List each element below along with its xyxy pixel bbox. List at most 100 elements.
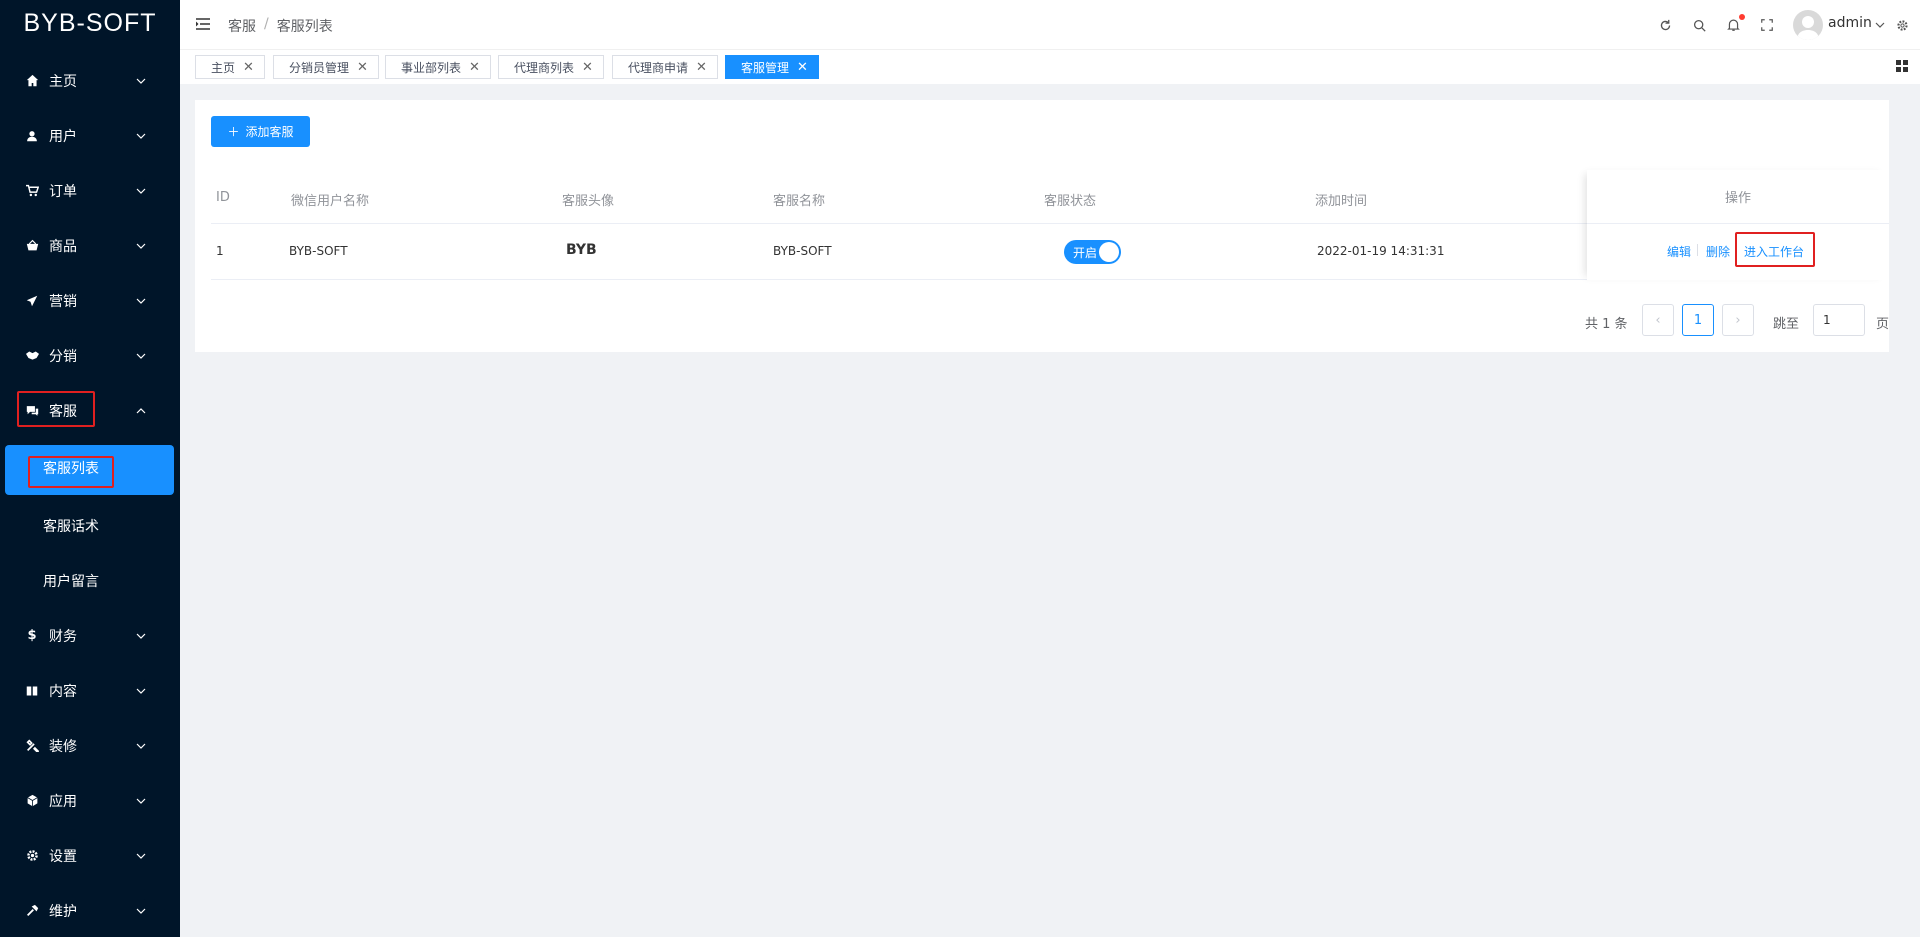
- enter-workbench-link[interactable]: 进入工作台: [1744, 243, 1804, 260]
- breadcrumb-separator: /: [264, 16, 269, 32]
- edit-link[interactable]: 编辑: [1667, 243, 1691, 260]
- cell-service-name: BYB-SOFT: [773, 244, 832, 258]
- search-icon[interactable]: [1691, 17, 1707, 33]
- chevron-down-icon: [135, 185, 147, 197]
- book-icon: [24, 683, 40, 699]
- page-number-button[interactable]: 1: [1682, 304, 1714, 336]
- chevron-down-icon[interactable]: [1872, 17, 1888, 33]
- sidebar-item-label: 订单: [49, 183, 77, 200]
- chevron-down-icon: [135, 905, 147, 917]
- sidebar-item-maintenance[interactable]: 维护: [0, 883, 180, 937]
- column-header: ID: [216, 190, 230, 205]
- column-header: 操作: [1587, 170, 1889, 224]
- divider: [1736, 244, 1737, 256]
- sidebar-item-label: 营销: [49, 293, 77, 310]
- chevron-up-icon: [135, 405, 147, 417]
- tab-home[interactable]: 主页 ✕: [195, 55, 265, 79]
- tab-agent-list[interactable]: 代理商列表 ✕: [498, 55, 604, 79]
- refresh-icon[interactable]: [1657, 17, 1673, 33]
- sidebar-item-label: 用户: [49, 128, 77, 145]
- chevron-left-icon: ‹: [1655, 312, 1661, 328]
- sidebar-item-label: 客服: [49, 403, 77, 420]
- close-icon[interactable]: ✕: [243, 60, 254, 75]
- sidebar-item-apps[interactable]: 应用: [0, 773, 180, 828]
- close-icon[interactable]: ✕: [469, 60, 480, 75]
- sidebar-item-label: 应用: [49, 793, 77, 810]
- bell-icon[interactable]: [1725, 17, 1741, 33]
- close-icon[interactable]: ✕: [797, 60, 808, 75]
- chevron-down-icon: [135, 75, 147, 87]
- send-icon: [24, 293, 40, 309]
- chat-icon: [24, 403, 40, 419]
- delete-link[interactable]: 删除: [1706, 243, 1730, 260]
- toggle-label: 开启: [1073, 246, 1098, 260]
- cell-wechat-name: BYB-SOFT: [289, 244, 348, 258]
- status-toggle[interactable]: 开启: [1064, 240, 1121, 264]
- sidebar-item-settings[interactable]: 设置: [0, 828, 180, 883]
- sidebar-subitem-messages[interactable]: 用户留言: [0, 553, 180, 608]
- sidebar-item-label: 设置: [49, 848, 77, 865]
- sidebar-subitem-scripts[interactable]: 客服话术: [0, 498, 180, 553]
- tab-customer-service-management[interactable]: 客服管理 ✕: [725, 55, 819, 79]
- fullscreen-icon[interactable]: [1759, 17, 1775, 33]
- handshake-icon: [24, 348, 40, 364]
- sidebar-item-orders[interactable]: 订单: [0, 163, 180, 218]
- sidebar-item-customer-service[interactable]: 客服: [0, 383, 180, 438]
- sidebar-item-label: 商品: [49, 238, 77, 255]
- tab-label: 代理商列表: [514, 60, 575, 75]
- cell-id: 1: [216, 244, 224, 258]
- column-header: 客服名称: [773, 194, 826, 209]
- close-icon[interactable]: ✕: [582, 60, 593, 75]
- jump-page-input[interactable]: [1813, 304, 1865, 336]
- notification-dot: [1739, 14, 1745, 20]
- tab-label: 事业部列表: [401, 60, 462, 75]
- user-name[interactable]: admin: [1828, 15, 1872, 31]
- sidebar-item-decoration[interactable]: 装修: [0, 718, 180, 773]
- sidebar-item-users[interactable]: 用户: [0, 108, 180, 163]
- logo: BYB-SOFT: [23, 8, 157, 37]
- tab-agent-application[interactable]: 代理商申请 ✕: [612, 55, 718, 79]
- prev-page-button[interactable]: ‹: [1642, 304, 1674, 336]
- chevron-down-icon: [135, 630, 147, 642]
- sidebar-item-home[interactable]: 主页: [0, 53, 180, 108]
- close-icon[interactable]: ✕: [357, 60, 368, 75]
- chevron-down-icon: [135, 350, 147, 362]
- sidebar-item-distribution[interactable]: 分销: [0, 328, 180, 383]
- sidebar-item-marketing[interactable]: 营销: [0, 273, 180, 328]
- sidebar: BYB-SOFT 主页 用户 订单 商品 营销 分销 客服 客服列表 客服话术 …: [0, 0, 180, 937]
- divider: [1697, 244, 1698, 256]
- sidebar-item-products[interactable]: 商品: [0, 218, 180, 273]
- top-header: 客服 / 客服列表 admin: [180, 0, 1920, 50]
- sidebar-item-label: 内容: [49, 683, 77, 700]
- tab-division-list[interactable]: 事业部列表 ✕: [385, 55, 491, 79]
- chevron-down-icon: [135, 130, 147, 142]
- cube-icon: [24, 793, 40, 809]
- tab-label: 代理商申请: [628, 60, 689, 75]
- column-header: 添加时间: [1315, 194, 1368, 209]
- chevron-down-icon: [135, 740, 147, 752]
- tabs-bar: 主页 ✕ 分销员管理 ✕ 事业部列表 ✕ 代理商列表 ✕ 代理商申请 ✕ 客服管理 ✕: [180, 50, 1920, 84]
- sidebar-item-finance[interactable]: $ 财务: [0, 608, 180, 663]
- chevron-down-icon: [135, 850, 147, 862]
- basket-icon: [24, 238, 40, 254]
- breadcrumb-item[interactable]: 客服: [228, 16, 256, 36]
- gear-icon[interactable]: [1894, 17, 1910, 33]
- close-icon[interactable]: ✕: [696, 60, 707, 75]
- hammer-icon: [24, 903, 40, 919]
- sidebar-item-label: 财务: [49, 628, 77, 645]
- user-icon: [24, 128, 40, 144]
- avatar[interactable]: [1793, 10, 1823, 40]
- sidebar-item-content[interactable]: 内容: [0, 663, 180, 718]
- sidebar-subitem-service-list[interactable]: 客服列表: [0, 440, 180, 495]
- sidebar-subitem-label: 客服话术: [43, 518, 99, 535]
- column-header: 客服头像: [562, 194, 615, 209]
- column-header: 客服状态: [1044, 194, 1097, 209]
- grid-icon[interactable]: [1896, 60, 1910, 74]
- chevron-down-icon: [135, 295, 147, 307]
- chevron-down-icon: [135, 240, 147, 252]
- sidebar-item-label: 分销: [49, 348, 77, 365]
- next-page-button[interactable]: ›: [1722, 304, 1754, 336]
- menu-toggle-icon[interactable]: [196, 18, 210, 32]
- add-service-button[interactable]: ＋ 添加客服: [211, 116, 310, 147]
- tab-distributor-management[interactable]: 分销员管理 ✕: [273, 55, 379, 79]
